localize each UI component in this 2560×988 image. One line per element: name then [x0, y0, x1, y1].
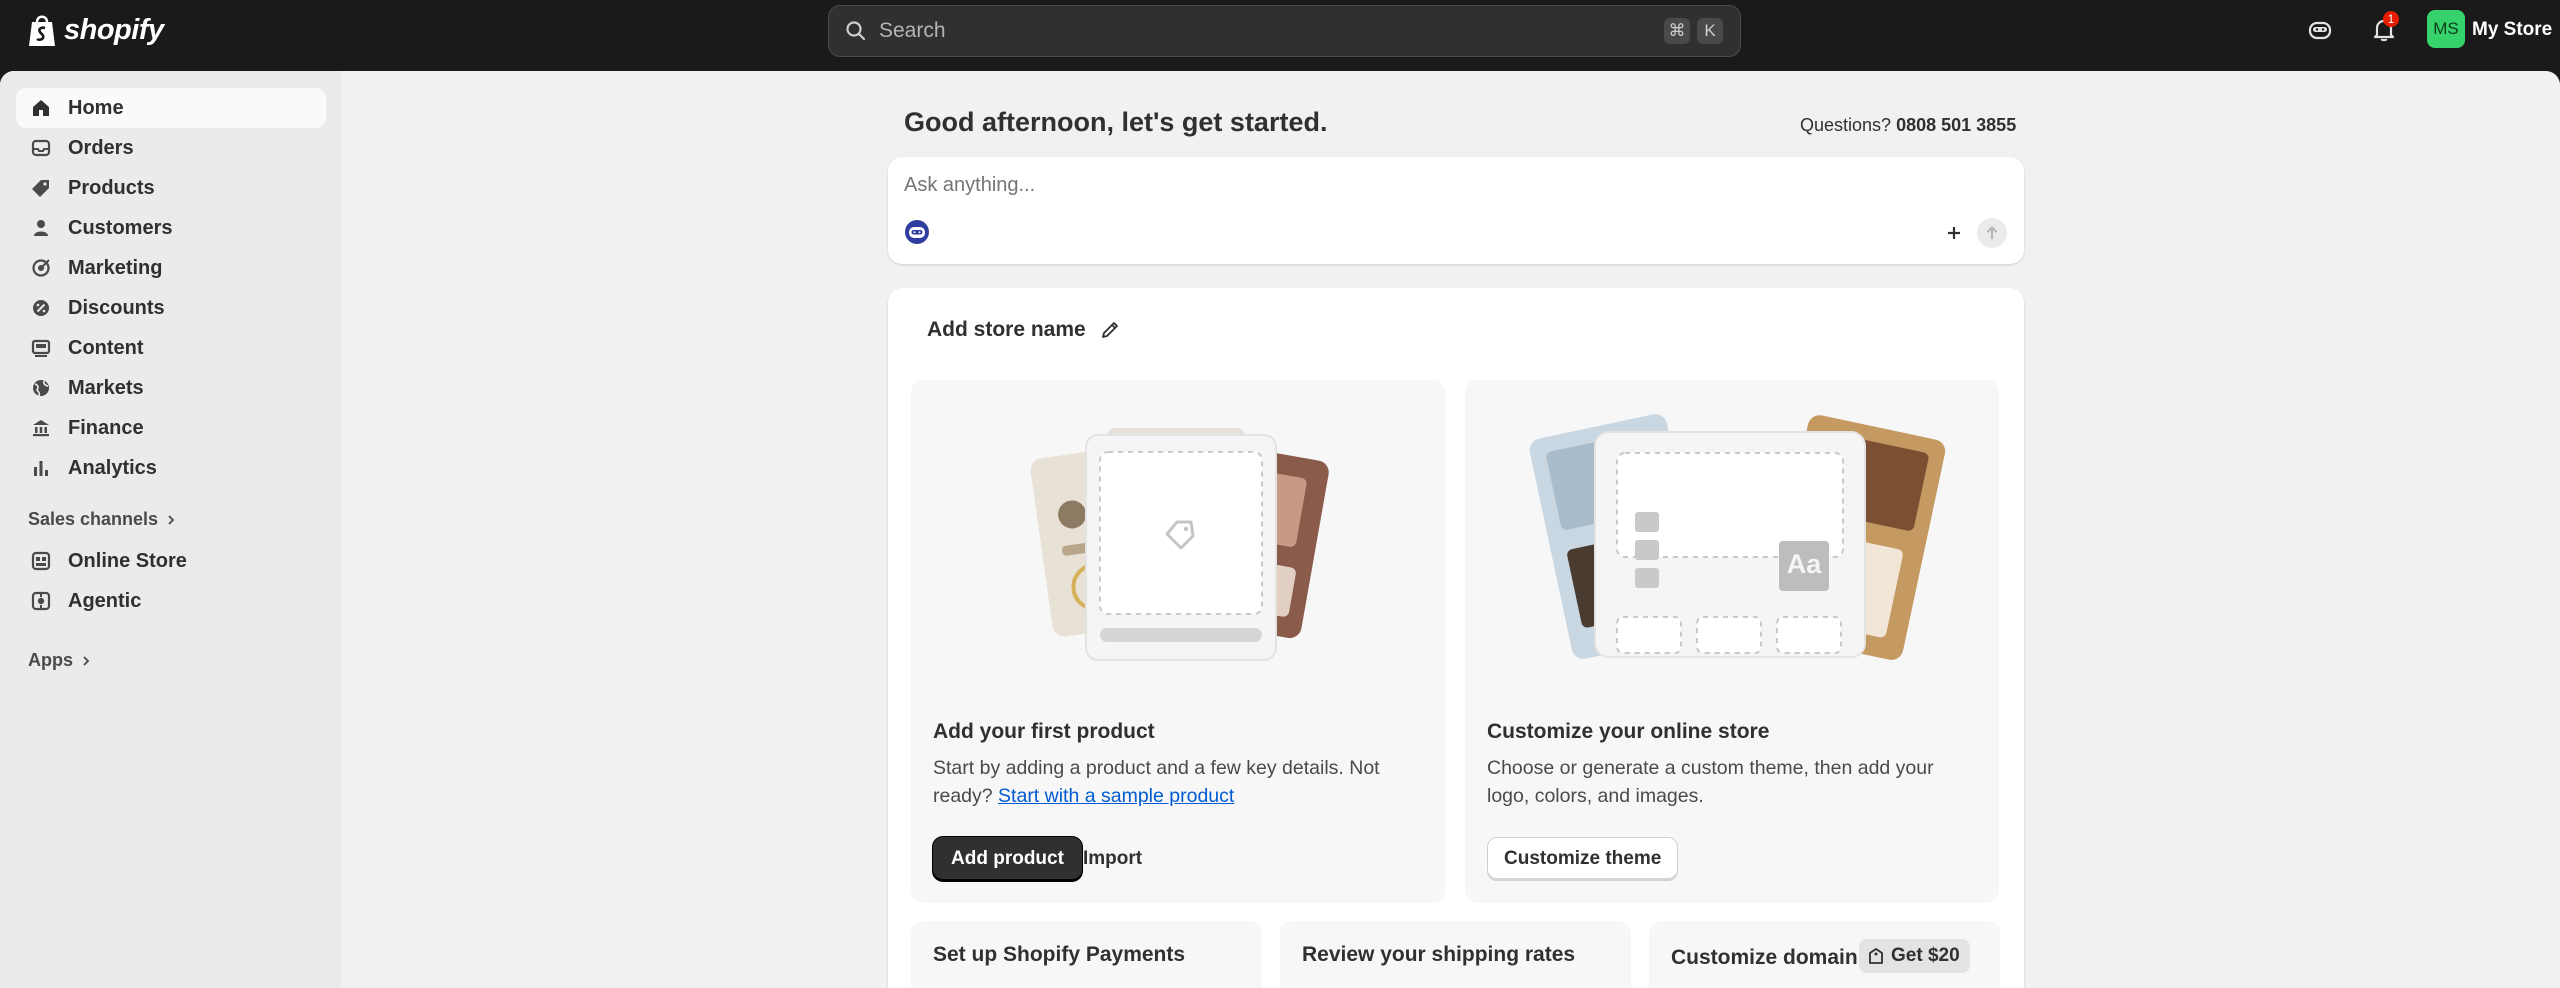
- sidebar-item-label: Customers: [68, 216, 173, 239]
- sidebar-item-online-store[interactable]: Online Store: [16, 541, 326, 581]
- product-illustration: [1030, 428, 1329, 661]
- support-phone: Questions? 0808 501 3855: [1800, 115, 2016, 136]
- sidebar-item-marketing[interactable]: Marketing: [16, 248, 326, 288]
- notification-badge: 1: [2383, 11, 2399, 27]
- sidebar-item-discounts[interactable]: Discounts: [16, 288, 326, 328]
- task-title: Add your first product: [933, 720, 1155, 743]
- sidebar-item-products[interactable]: Products: [16, 168, 326, 208]
- sample-product-link[interactable]: Start with a sample product: [998, 785, 1234, 807]
- add-product-button[interactable]: Add product: [933, 837, 1082, 881]
- sidebar-item-label: Products: [68, 176, 155, 199]
- sidebar-item-label: Content: [68, 336, 144, 359]
- arrow-up-icon: [1986, 226, 1998, 239]
- chevron-right-icon: [168, 514, 175, 525]
- shortcut-cmd-key: ⌘: [1664, 18, 1690, 44]
- promo-badge-label: Get $20: [1891, 945, 1960, 966]
- gift-tag-icon: [1869, 948, 1883, 964]
- sidebar-item-label: Agentic: [68, 589, 142, 612]
- shortcut-k-key: K: [1697, 18, 1723, 44]
- sidekick-button[interactable]: [2304, 14, 2336, 46]
- tag-icon: [30, 177, 52, 199]
- sidebar-item-content[interactable]: Content: [16, 328, 326, 368]
- chart-icon: [30, 457, 52, 479]
- setup-guide-card: Add store name Add your first product St…: [888, 288, 2024, 988]
- task-description: Start by adding a product and a few key …: [933, 754, 1413, 810]
- home-icon: [30, 97, 52, 119]
- admin-frame: Home Orders Products Customers Marketing: [0, 71, 2560, 988]
- task-customize-domain[interactable]: Customize domain Get $20: [1649, 921, 2000, 988]
- sidebar-item-label: Marketing: [68, 256, 163, 279]
- search-input[interactable]: Search ⌘ K: [828, 5, 1741, 57]
- sales-channels-header[interactable]: Sales channels: [28, 509, 176, 530]
- agentic-icon: [30, 590, 52, 612]
- store-title-label: Add store name: [927, 318, 1086, 341]
- sidebar-item-label: Finance: [68, 416, 144, 439]
- phone-number[interactable]: 0808 501 3855: [1896, 115, 2016, 135]
- sidebar-item-label: Markets: [68, 376, 144, 399]
- task-title: Set up Shopify Payments: [933, 943, 1186, 966]
- sidebar-item-finance[interactable]: Finance: [16, 408, 326, 448]
- sidebar-item-analytics[interactable]: Analytics: [16, 448, 326, 488]
- apps-header[interactable]: Apps: [28, 650, 91, 671]
- person-icon: [30, 217, 52, 239]
- aa-label: Aa: [1787, 549, 1822, 579]
- shopify-bag-icon: [29, 15, 55, 46]
- top-bar: shopify Search ⌘ K 1 MS My Store: [0, 0, 2560, 71]
- sidebar-item-label: Home: [68, 96, 124, 119]
- task-title: Customize domain: [1671, 946, 1858, 969]
- pencil-icon: [1101, 322, 1118, 338]
- sidebar-item-label: Online Store: [68, 549, 187, 572]
- sidebar-item-agentic[interactable]: Agentic: [16, 581, 326, 621]
- sidebar-item-label: Discounts: [68, 296, 165, 319]
- globe-icon: [30, 377, 52, 399]
- theme-illustration: Aa: [1529, 414, 1946, 660]
- sales-channels-label: Sales channels: [28, 509, 159, 529]
- sidekick-icon: [2308, 21, 2332, 40]
- sidebar-item-markets[interactable]: Markets: [16, 368, 326, 408]
- task-title: Review your shipping rates: [1302, 943, 1576, 966]
- search-placeholder: Search: [879, 19, 946, 42]
- sidebar-item-customers[interactable]: Customers: [16, 208, 326, 248]
- sidebar: Home Orders Products Customers Marketing: [0, 71, 341, 988]
- orders-icon: [30, 137, 52, 159]
- plus-icon: [1948, 227, 1960, 239]
- task-customize-store: Aa Customize your online store Choose or…: [1465, 380, 1999, 903]
- ask-anything-input[interactable]: [904, 174, 1804, 197]
- customize-theme-button[interactable]: Customize theme: [1487, 837, 1679, 881]
- shopify-logo[interactable]: shopify: [26, 12, 164, 48]
- chevron-right-icon: [83, 655, 90, 666]
- add-store-name[interactable]: Add store name: [927, 318, 1120, 342]
- sidebar-item-label: Orders: [68, 136, 134, 159]
- store-icon: [30, 550, 52, 572]
- task-shipping-rates[interactable]: Review your shipping rates: [1280, 921, 1631, 988]
- content-icon: [30, 337, 52, 359]
- task-add-product: Add your first product Start by adding a…: [911, 380, 1445, 903]
- sidebar-item-label: Analytics: [68, 456, 157, 479]
- task-title: Customize your online store: [1487, 720, 1770, 743]
- avatar[interactable]: MS: [2427, 10, 2465, 48]
- promo-badge: Get $20: [1859, 939, 1970, 973]
- sidebar-item-orders[interactable]: Orders: [16, 128, 326, 168]
- send-button[interactable]: [1977, 218, 2007, 248]
- add-attachment-button[interactable]: [1939, 218, 1969, 248]
- questions-label: Questions?: [1800, 115, 1892, 135]
- task-shopify-payments[interactable]: Set up Shopify Payments: [911, 921, 1262, 988]
- bank-icon: [30, 417, 52, 439]
- sidekick-avatar-icon: [905, 220, 929, 244]
- target-icon: [30, 257, 52, 279]
- import-button[interactable]: Import: [1083, 848, 1142, 870]
- store-name-menu[interactable]: My Store: [2472, 19, 2552, 41]
- task-description: Choose or generate a custom theme, then …: [1487, 757, 1934, 807]
- page-greeting: Good afternoon, let's get started.: [904, 107, 1328, 137]
- search-icon: [846, 21, 866, 41]
- brand-name: shopify: [64, 13, 164, 46]
- discount-icon: [30, 297, 52, 319]
- sidebar-item-home[interactable]: Home: [16, 88, 326, 128]
- apps-label: Apps: [28, 650, 73, 670]
- sidekick-prompt-card: [888, 157, 2024, 264]
